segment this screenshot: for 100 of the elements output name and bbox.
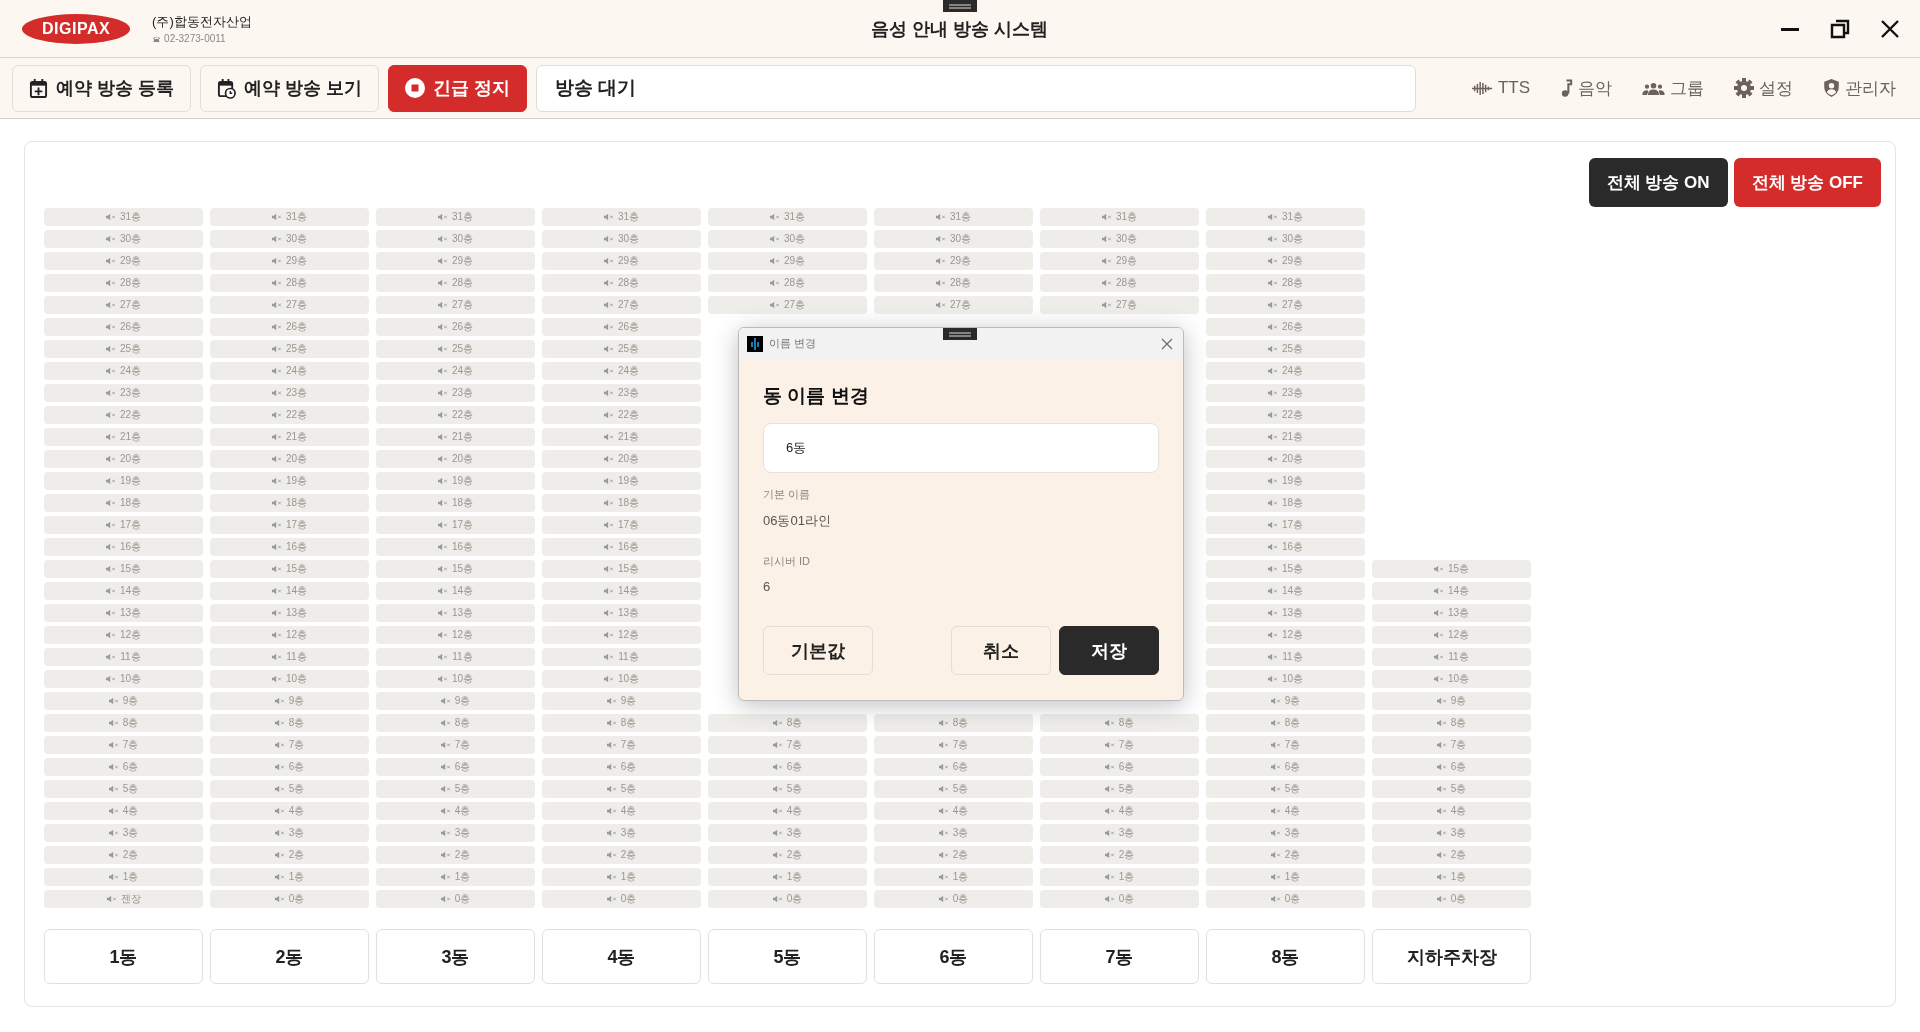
floor-button[interactable]: 23층 xyxy=(44,384,203,402)
floor-button[interactable]: 2층 xyxy=(1206,846,1365,864)
floor-button[interactable]: 13층 xyxy=(210,604,369,622)
floor-button[interactable]: 13층 xyxy=(1372,604,1531,622)
floor-button[interactable]: 13층 xyxy=(542,604,701,622)
floor-button[interactable]: 18층 xyxy=(376,494,535,512)
menu-item[interactable]: 음악 xyxy=(1560,76,1612,100)
floor-button[interactable]: 3층 xyxy=(1206,824,1365,842)
floor-button[interactable]: 3층 xyxy=(44,824,203,842)
name-input[interactable]: 6동 xyxy=(763,423,1159,473)
floor-button[interactable]: 11층 xyxy=(542,648,701,666)
floor-button[interactable]: 5층 xyxy=(542,780,701,798)
floor-button[interactable]: 31층 xyxy=(542,208,701,226)
floor-button[interactable]: 24층 xyxy=(1206,362,1365,380)
broadcast-all-button[interactable]: 전체 방송 ON xyxy=(1588,158,1728,207)
floor-button[interactable]: 30층 xyxy=(1040,230,1199,248)
menu-item[interactable]: 관리자 xyxy=(1823,76,1896,100)
floor-button[interactable]: 7층 xyxy=(1206,736,1365,754)
floor-button[interactable]: 5층 xyxy=(376,780,535,798)
floor-button[interactable]: 11층 xyxy=(44,648,203,666)
floor-button[interactable]: 1층 xyxy=(210,868,369,886)
floor-button[interactable]: 15층 xyxy=(1206,560,1365,578)
floor-button[interactable]: 24층 xyxy=(542,362,701,380)
floor-button[interactable]: 6층 xyxy=(1206,758,1365,776)
floor-button[interactable]: 16층 xyxy=(376,538,535,556)
floor-button[interactable]: 10층 xyxy=(542,670,701,688)
floor-button[interactable]: 26층 xyxy=(44,318,203,336)
floor-button[interactable]: 4층 xyxy=(1372,802,1531,820)
floor-button[interactable]: 15층 xyxy=(44,560,203,578)
floor-button[interactable]: 2층 xyxy=(1040,846,1199,864)
floor-button[interactable]: 17층 xyxy=(210,516,369,534)
floor-button[interactable]: 1층 xyxy=(542,868,701,886)
floor-button[interactable]: 31층 xyxy=(708,208,867,226)
floor-button[interactable]: 14층 xyxy=(1206,582,1365,600)
floor-button[interactable]: 6층 xyxy=(1372,758,1531,776)
floor-button[interactable]: 0층 xyxy=(376,890,535,908)
floor-button[interactable]: 31층 xyxy=(1206,208,1365,226)
floor-button[interactable]: 4층 xyxy=(210,802,369,820)
building-button[interactable]: 1동 xyxy=(44,929,203,984)
floor-button[interactable]: 27층 xyxy=(210,296,369,314)
floor-button[interactable]: 29층 xyxy=(210,252,369,270)
floor-button[interactable]: 6층 xyxy=(708,758,867,776)
floor-button[interactable]: 22층 xyxy=(376,406,535,424)
floor-button[interactable]: 19층 xyxy=(1206,472,1365,490)
floor-button[interactable]: 27층 xyxy=(44,296,203,314)
floor-button[interactable]: 8층 xyxy=(874,714,1033,732)
schedule-button[interactable]: 예약 방송 등록 xyxy=(12,64,191,112)
dialog-button[interactable]: 취소 xyxy=(951,626,1051,675)
broadcast-all-button[interactable]: 전체 방송 OFF xyxy=(1733,158,1881,207)
floor-button[interactable]: 12층 xyxy=(210,626,369,644)
floor-button[interactable]: 31층 xyxy=(210,208,369,226)
floor-button[interactable]: 19층 xyxy=(44,472,203,490)
floor-button[interactable]: 10층 xyxy=(1372,670,1531,688)
floor-button[interactable]: 2층 xyxy=(542,846,701,864)
floor-button[interactable]: 13층 xyxy=(1206,604,1365,622)
floor-button[interactable]: 18층 xyxy=(1206,494,1365,512)
floor-button[interactable]: 3층 xyxy=(1372,824,1531,842)
floor-button[interactable]: 28층 xyxy=(1040,274,1199,292)
floor-button[interactable]: 30층 xyxy=(708,230,867,248)
floor-button[interactable]: 16층 xyxy=(1206,538,1365,556)
floor-button[interactable]: 30층 xyxy=(1206,230,1365,248)
floor-button[interactable]: 0층 xyxy=(1040,890,1199,908)
floor-button[interactable]: 27층 xyxy=(1206,296,1365,314)
floor-button[interactable]: 3층 xyxy=(210,824,369,842)
menu-item[interactable]: TTS xyxy=(1470,76,1530,100)
floor-button[interactable]: 21층 xyxy=(376,428,535,446)
floor-button[interactable]: 6층 xyxy=(1040,758,1199,776)
floor-button[interactable]: 1층 xyxy=(708,868,867,886)
floor-button[interactable]: 14층 xyxy=(376,582,535,600)
floor-button[interactable]: 19층 xyxy=(542,472,701,490)
floor-button[interactable]: 28층 xyxy=(708,274,867,292)
floor-button[interactable]: 24층 xyxy=(376,362,535,380)
floor-button[interactable]: 6층 xyxy=(376,758,535,776)
floor-button[interactable]: 10층 xyxy=(376,670,535,688)
floor-button[interactable]: 15층 xyxy=(542,560,701,578)
floor-button[interactable]: 1층 xyxy=(874,868,1033,886)
floor-button[interactable]: 21층 xyxy=(210,428,369,446)
floor-button[interactable]: 7층 xyxy=(1372,736,1531,754)
floor-button[interactable]: 16층 xyxy=(542,538,701,556)
floor-button[interactable]: 5층 xyxy=(708,780,867,798)
floor-button[interactable]: 0층 xyxy=(542,890,701,908)
floor-button[interactable]: 7층 xyxy=(376,736,535,754)
floor-button[interactable]: 25층 xyxy=(542,340,701,358)
building-button[interactable]: 7동 xyxy=(1040,929,1199,984)
floor-button[interactable]: 11층 xyxy=(376,648,535,666)
floor-button[interactable]: 20층 xyxy=(44,450,203,468)
floor-button[interactable]: 29층 xyxy=(376,252,535,270)
floor-button[interactable]: 14층 xyxy=(44,582,203,600)
floor-button[interactable]: 31층 xyxy=(44,208,203,226)
floor-button[interactable]: 5층 xyxy=(1206,780,1365,798)
floor-button[interactable]: 27층 xyxy=(542,296,701,314)
floor-button[interactable]: 19층 xyxy=(210,472,369,490)
floor-button[interactable]: 23층 xyxy=(542,384,701,402)
building-button[interactable]: 5동 xyxy=(708,929,867,984)
floor-button[interactable]: 29층 xyxy=(44,252,203,270)
floor-button[interactable]: 26층 xyxy=(1206,318,1365,336)
floor-button[interactable]: 젠장 xyxy=(44,890,203,908)
floor-button[interactable]: 11층 xyxy=(210,648,369,666)
floor-button[interactable]: 23층 xyxy=(376,384,535,402)
floor-button[interactable]: 28층 xyxy=(542,274,701,292)
